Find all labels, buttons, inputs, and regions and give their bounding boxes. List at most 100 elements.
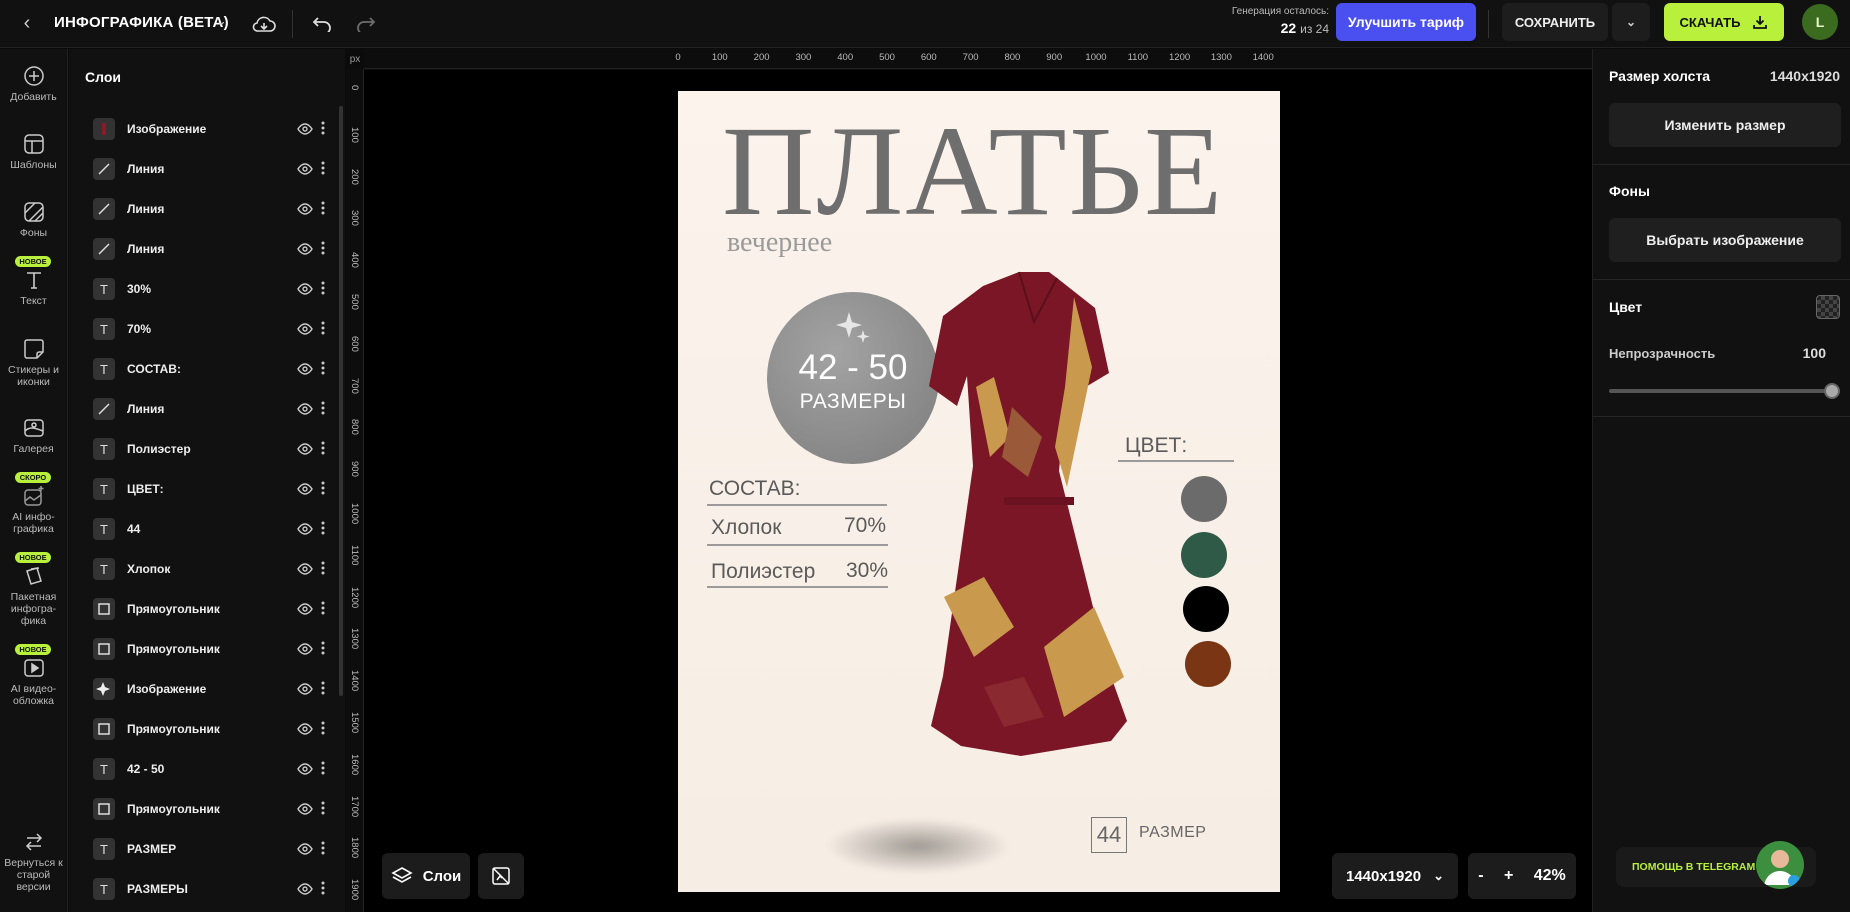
opacity-slider[interactable] (1609, 383, 1840, 399)
eye-icon[interactable] (297, 721, 313, 737)
more-options-icon[interactable] (317, 841, 329, 857)
layer-row[interactable]: Линия (91, 234, 341, 264)
more-options-icon[interactable] (317, 241, 329, 257)
sizes-label[interactable]: РАЗМЕРЫ (767, 390, 939, 414)
layer-row[interactable]: T РАЗМЕР (91, 834, 341, 864)
layer-row[interactable]: T СОСТАВ: (91, 354, 341, 384)
eye-icon[interactable] (297, 241, 313, 257)
save-button[interactable]: СОХРАНИТЬ (1502, 3, 1608, 41)
upgrade-plan-button[interactable]: Улучшить тариф (1336, 3, 1476, 41)
remove-background-button[interactable] (478, 853, 524, 899)
layer-row[interactable]: Линия (91, 154, 341, 184)
more-options-icon[interactable] (317, 481, 329, 497)
more-options-icon[interactable] (317, 561, 329, 577)
layer-row[interactable]: Прямоугольник (91, 714, 341, 744)
eye-icon[interactable] (297, 641, 313, 657)
eye-icon[interactable] (297, 521, 313, 537)
layer-row[interactable]: T ЦВЕТ: (91, 474, 341, 504)
sizes-range[interactable]: 42 - 50 (767, 348, 939, 388)
rail-item-ai-infographic[interactable]: AI инфо-графика (0, 485, 67, 535)
rail-item-old-version[interactable]: Вернуться к старой версии (0, 831, 67, 893)
layer-row[interactable]: T Полиэстер (91, 434, 341, 464)
eye-icon[interactable] (297, 881, 313, 897)
more-options-icon[interactable] (317, 681, 329, 697)
rail-item-templates[interactable]: Шаблоны (0, 133, 67, 171)
eye-icon[interactable] (297, 161, 313, 177)
eye-icon[interactable] (297, 801, 313, 817)
more-options-icon[interactable] (317, 361, 329, 377)
artboard[interactable]: ПЛАТЬЕ вечернее 42 - 50 РАЗМЕРЫ СОСТАВ: … (678, 91, 1280, 892)
layer-row[interactable]: T 44 (91, 514, 341, 544)
material-polyester[interactable]: Полиэстер (711, 560, 815, 584)
save-options-chevron-icon[interactable]: ⌄ (1612, 3, 1650, 41)
product-title[interactable]: ПЛАТЬЕ (722, 101, 1224, 241)
project-title[interactable]: ИНФОГРАФИКА (BETA) (54, 14, 229, 31)
size-label[interactable]: РАЗМЕР (1139, 824, 1206, 842)
line[interactable] (707, 586, 888, 588)
more-options-icon[interactable] (317, 401, 329, 417)
eye-icon[interactable] (297, 201, 313, 217)
layer-row[interactable]: Прямоугольник (91, 594, 341, 624)
more-options-icon[interactable] (317, 801, 329, 817)
eye-icon[interactable] (297, 841, 313, 857)
layer-row[interactable]: T 30% (91, 274, 341, 304)
choose-image-button[interactable]: Выбрать изображение (1609, 218, 1841, 262)
more-options-icon[interactable] (317, 441, 329, 457)
layer-row[interactable]: Линия (91, 194, 341, 224)
percent-cotton[interactable]: 70% (844, 514, 886, 538)
more-options-icon[interactable] (317, 201, 329, 217)
layer-row[interactable]: T РАЗМЕРЫ (91, 874, 341, 904)
eye-icon[interactable] (297, 321, 313, 337)
eye-icon[interactable] (297, 681, 313, 697)
sizes-circle[interactable]: 42 - 50 РАЗМЕРЫ (767, 292, 939, 464)
support-avatar[interactable] (1756, 841, 1804, 889)
more-options-icon[interactable] (317, 281, 329, 297)
color-swatch-black[interactable] (1183, 586, 1229, 632)
chevron-down-icon[interactable]: ⌄ (216, 13, 227, 29)
layer-row[interactable]: Изображение (91, 114, 341, 144)
more-options-icon[interactable] (317, 761, 329, 777)
size-value-box[interactable]: 44 (1091, 817, 1127, 853)
percent-polyester[interactable]: 30% (846, 559, 888, 583)
eye-icon[interactable] (297, 481, 313, 497)
rail-item-batch[interactable]: Пакетная инфогра-фика (0, 565, 67, 627)
cloud-sync-icon[interactable] (250, 10, 278, 38)
more-options-icon[interactable] (317, 881, 329, 897)
resize-canvas-button[interactable]: Изменить размер (1609, 103, 1841, 147)
layer-row[interactable]: Линия (91, 394, 341, 424)
eye-icon[interactable] (297, 601, 313, 617)
dress-image[interactable] (924, 267, 1154, 757)
rail-item-stickers[interactable]: Стикеры и иконки (0, 338, 67, 388)
more-options-icon[interactable] (317, 521, 329, 537)
layer-row[interactable]: Прямоугольник (91, 634, 341, 664)
eye-icon[interactable] (297, 281, 313, 297)
layer-row[interactable]: T 42 - 50 (91, 754, 341, 784)
eye-icon[interactable] (297, 441, 313, 457)
rail-item-text[interactable]: Текст (0, 269, 67, 307)
user-avatar[interactable]: L (1802, 4, 1838, 40)
eye-icon[interactable] (297, 761, 313, 777)
back-arrow-icon[interactable]: ‹ (16, 12, 38, 34)
download-button[interactable]: СКАЧАТЬ (1664, 3, 1784, 41)
more-options-icon[interactable] (317, 721, 329, 737)
eye-icon[interactable] (297, 561, 313, 577)
material-cotton[interactable]: Хлопок (711, 516, 781, 540)
opacity-slider-knob[interactable] (1824, 383, 1840, 399)
more-options-icon[interactable] (317, 121, 329, 137)
more-options-icon[interactable] (317, 641, 329, 657)
layer-row[interactable]: Изображение (91, 674, 341, 704)
layer-row[interactable]: Прямоугольник (91, 794, 341, 824)
eye-icon[interactable] (297, 121, 313, 137)
zoom-out-button[interactable]: - (1478, 867, 1483, 885)
rail-item-add[interactable]: Добавить (0, 65, 67, 103)
line[interactable] (707, 504, 887, 506)
product-subtitle[interactable]: вечернее (727, 227, 832, 259)
layer-row[interactable]: T 70% (91, 314, 341, 344)
eye-icon[interactable] (297, 361, 313, 377)
color-swatch-gray[interactable] (1181, 476, 1227, 522)
more-options-icon[interactable] (317, 601, 329, 617)
layers-toggle-button[interactable]: Слои (382, 853, 470, 899)
line[interactable] (707, 544, 888, 546)
rail-item-video[interactable]: AI видео-обложка (0, 657, 67, 707)
zoom-in-button[interactable]: + (1504, 867, 1513, 885)
